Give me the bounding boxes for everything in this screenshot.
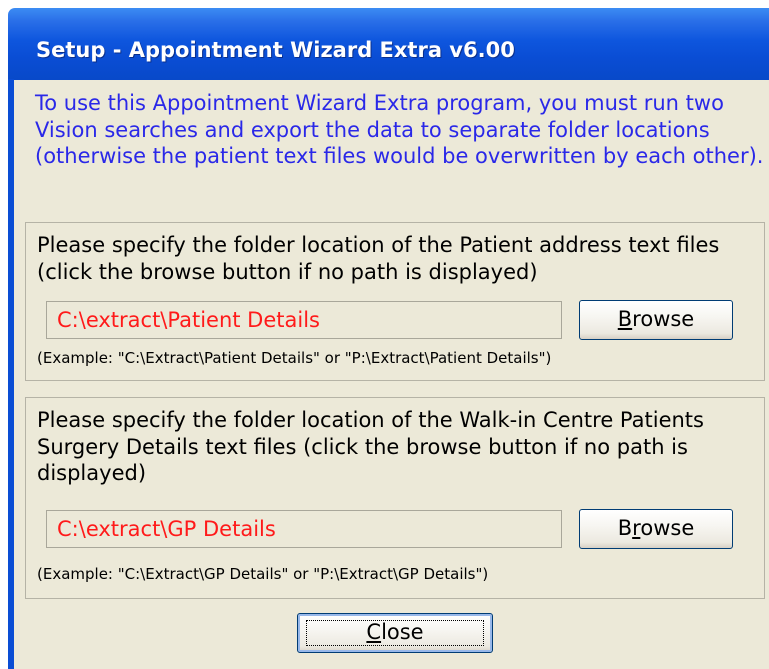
close-button[interactable]: Close bbox=[297, 613, 493, 653]
setup-dialog: Setup - Appointment Wizard Extra v6.00 T… bbox=[0, 0, 769, 669]
title-bar[interactable]: Setup - Appointment Wizard Extra v6.00 bbox=[0, 0, 769, 80]
close-label-mnemonic: C bbox=[366, 620, 382, 644]
patient-browse-button[interactable]: Browse bbox=[579, 300, 733, 340]
patient-path-example: (Example: "C:\Extract\Patient Details" o… bbox=[37, 349, 552, 367]
window-left-border bbox=[8, 79, 14, 669]
browse-label-rest: rowse bbox=[632, 307, 695, 331]
patient-folder-group: Please specify the folder location of th… bbox=[25, 222, 765, 381]
gp-folder-description: Please specify the folder location of th… bbox=[37, 408, 704, 485]
gp-path-field[interactable]: C:\extract\GP Details bbox=[46, 510, 562, 548]
browse-label-rest: owse bbox=[640, 516, 695, 540]
patient-folder-description: Please specify the folder location of th… bbox=[37, 233, 720, 284]
browse-label-prefix: B bbox=[617, 516, 633, 540]
gp-folder-group: Please specify the folder location of th… bbox=[25, 397, 765, 599]
close-label-rest: lose bbox=[381, 620, 424, 644]
gp-browse-button[interactable]: Browse bbox=[579, 509, 733, 549]
intro-text: To use this Appointment Wizard Extra pro… bbox=[35, 91, 764, 168]
gp-path-example: (Example: "C:\Extract\GP Details" or "P:… bbox=[37, 565, 489, 583]
close-label: Close bbox=[366, 620, 423, 644]
title-bar-fill: Setup - Appointment Wizard Extra v6.00 bbox=[8, 8, 769, 80]
patient-path-field[interactable]: C:\extract\Patient Details bbox=[46, 301, 562, 339]
browse-label-mnemonic: B bbox=[617, 307, 633, 331]
window-title: Setup - Appointment Wizard Extra v6.00 bbox=[36, 38, 515, 62]
desktop-edge bbox=[0, 79, 8, 669]
